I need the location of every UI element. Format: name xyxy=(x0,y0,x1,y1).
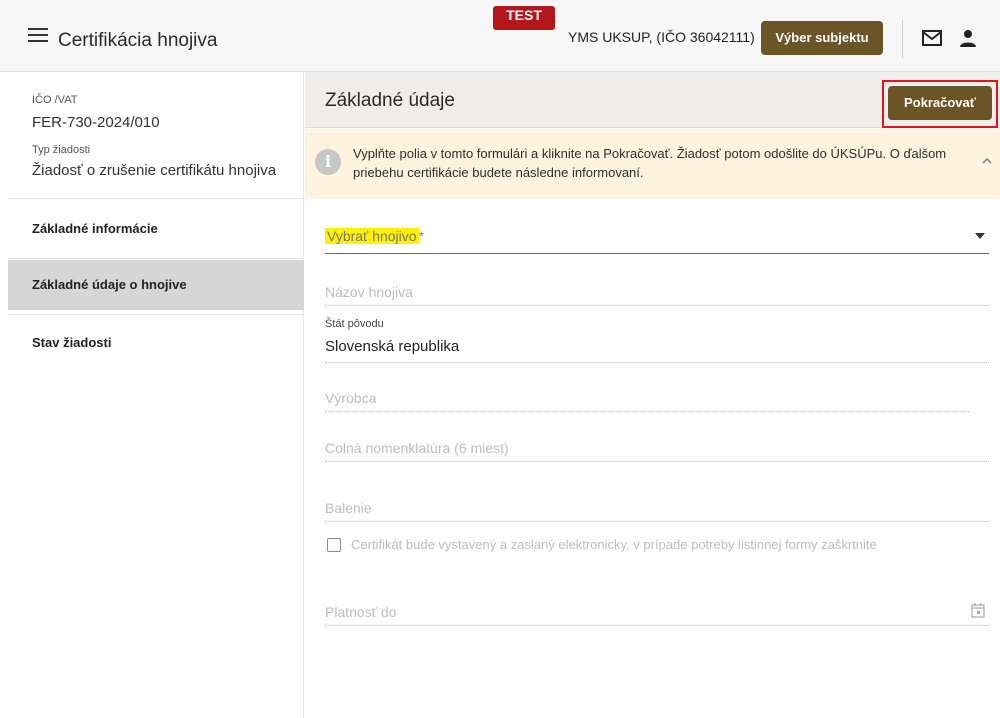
test-badge: TEST xyxy=(493,6,555,30)
menu-icon[interactable] xyxy=(28,28,48,44)
info-panel: i Vyplňte polia v tomto formulári a klik… xyxy=(305,129,1000,199)
sidebar-item-fertilizer-data[interactable]: Základné údaje o hnojive xyxy=(8,260,304,310)
sidebar-divider xyxy=(8,198,304,199)
packaging-field[interactable]: Balenie xyxy=(325,496,989,522)
valid-until-placeholder: Platnosť do xyxy=(325,604,397,620)
customs-nomenclature-placeholder: Colná nomenklatúra (6 miest) xyxy=(325,440,509,456)
country-field-underline xyxy=(325,362,989,363)
main-content: Základné údaje Pokračovať i Vyplňte poli… xyxy=(305,72,1000,718)
country-of-origin-label: Štát pôvodu xyxy=(325,318,384,330)
ico-value: FER-730-2024/010 xyxy=(32,114,160,131)
fertilizer-select-label: Vybrať hnojivo xyxy=(325,228,419,244)
electronic-certificate-label: Certifikát bude vystavený a zaslaný elek… xyxy=(351,537,877,552)
required-mark: * xyxy=(418,228,425,244)
electronic-certificate-checkbox-row[interactable]: Certifikát bude vystavený a zaslaný elek… xyxy=(325,534,1000,556)
chevron-up-icon[interactable] xyxy=(981,155,993,167)
page-title: Základné údaje xyxy=(325,90,455,111)
sidebar-item-basic-info[interactable]: Základné informácie xyxy=(8,204,304,254)
packaging-placeholder: Balenie xyxy=(325,500,372,516)
fertilizer-select[interactable]: Vybrať hnojivo * xyxy=(325,228,989,254)
country-of-origin-value[interactable]: Slovenská republika xyxy=(325,338,459,355)
header-divider xyxy=(902,20,903,58)
producer-placeholder: Výrobca xyxy=(325,390,377,406)
sidebar: IČO /VAT FER-730-2024/010 Typ žiadosti Ž… xyxy=(8,72,304,718)
valid-until-field[interactable]: Platnosť do xyxy=(325,600,989,626)
info-icon: i xyxy=(315,149,341,175)
calendar-icon[interactable] xyxy=(971,602,985,618)
section-header: Základné údaje Pokračovať xyxy=(305,72,1000,128)
top-bar: Certifikácia hnojiva TEST YMS UKSUP, (IČ… xyxy=(0,0,1000,72)
producer-field[interactable]: Výrobca xyxy=(325,386,969,412)
info-text: Vyplňte polia v tomto formulári a klikni… xyxy=(353,146,947,180)
fertilizer-name-field[interactable]: Názov hnojiva xyxy=(325,280,989,306)
current-subject: YMS UKSUP, (IČO 36042111) xyxy=(568,29,755,45)
ico-label: IČO /VAT xyxy=(32,94,78,106)
app-title: Certifikácia hnojiva xyxy=(58,30,218,51)
customs-nomenclature-field[interactable]: Colná nomenklatúra (6 miest) xyxy=(325,436,989,462)
select-subject-button[interactable]: Výber subjektu xyxy=(761,21,883,55)
request-type-label: Typ žiadosti xyxy=(32,144,91,156)
sidebar-divider xyxy=(8,314,304,315)
continue-button[interactable]: Pokračovať xyxy=(888,86,992,120)
electronic-certificate-checkbox[interactable] xyxy=(327,538,341,552)
sidebar-item-request-status[interactable]: Stav žiadosti xyxy=(8,318,304,368)
person-icon[interactable] xyxy=(958,28,978,48)
mail-icon[interactable] xyxy=(922,30,942,46)
fertilizer-name-placeholder: Názov hnojiva xyxy=(325,284,413,300)
request-type-value: Žiadosť o zrušenie certifikátu hnojiva xyxy=(32,162,277,179)
sidebar-divider xyxy=(8,258,304,259)
dropdown-arrow-icon[interactable] xyxy=(975,233,985,239)
